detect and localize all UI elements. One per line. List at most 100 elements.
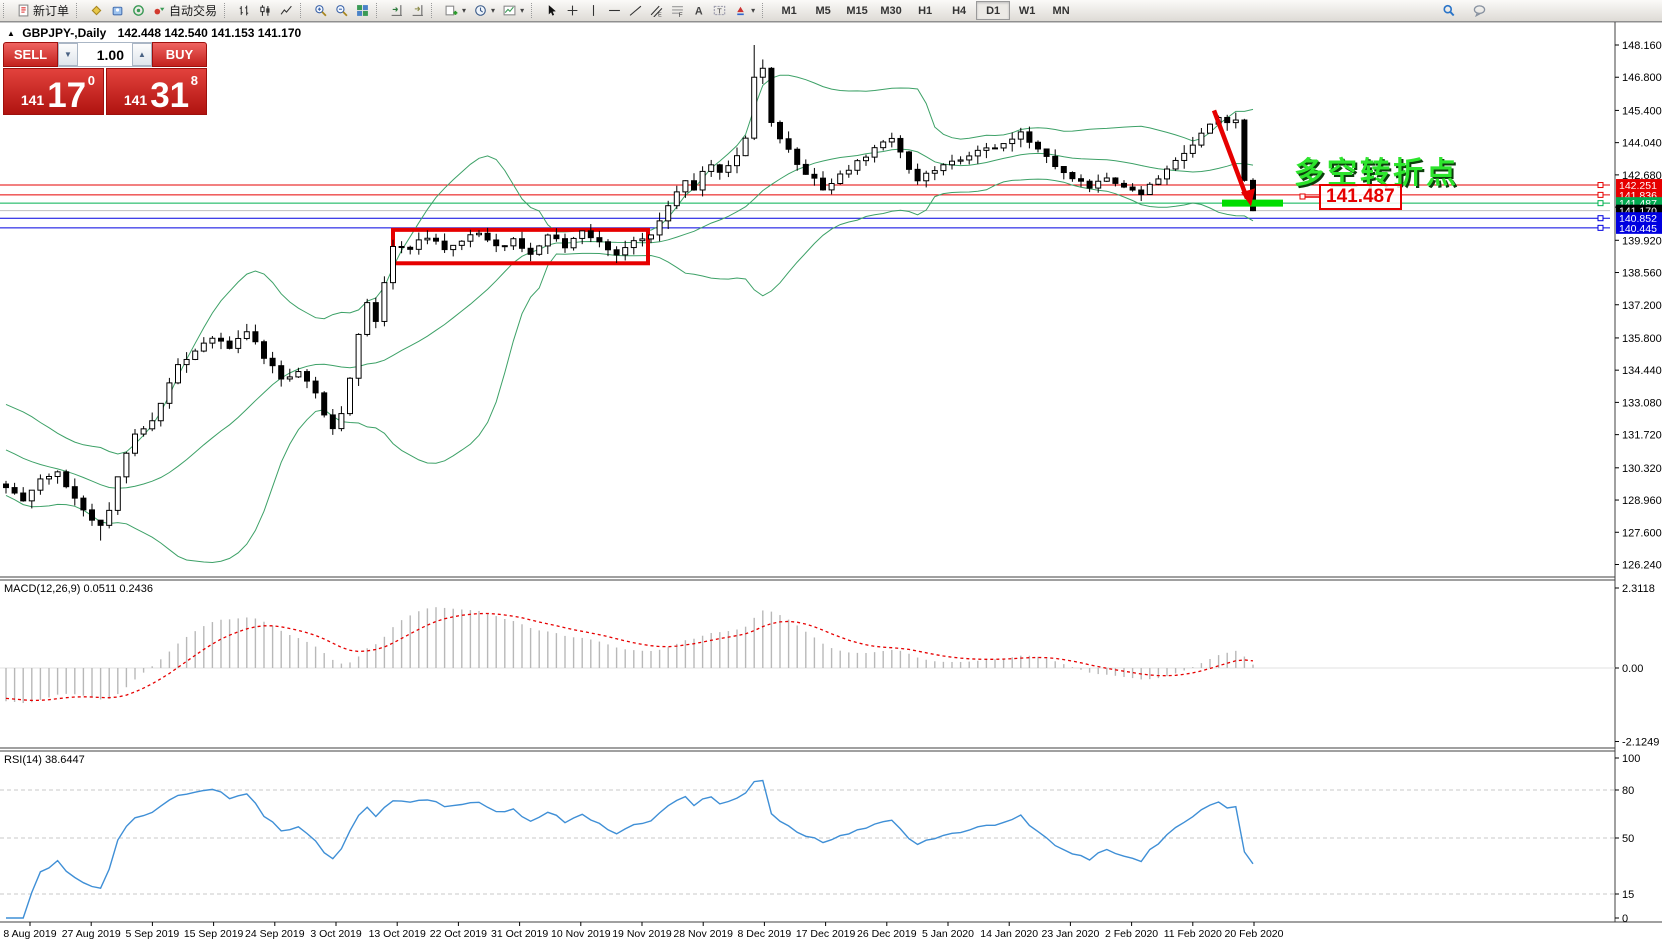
- volume-input[interactable]: [78, 43, 132, 66]
- candles-layer: [4, 45, 1256, 541]
- horizontal-line-button[interactable]: [604, 1, 625, 21]
- svg-text:28 Nov 2019: 28 Nov 2019: [673, 928, 733, 940]
- candlestick-icon: [259, 4, 272, 17]
- svg-text:80: 80: [1622, 785, 1634, 797]
- profiles-button[interactable]: [107, 1, 128, 21]
- periods-button[interactable]: ▾: [470, 1, 499, 21]
- cursor-icon: [545, 4, 558, 17]
- svg-text:26 Dec 2019: 26 Dec 2019: [857, 928, 917, 940]
- indicators-button[interactable]: ▾: [441, 1, 470, 21]
- auto-scroll-button[interactable]: [386, 1, 407, 21]
- vertical-line-icon: [587, 4, 600, 17]
- svg-text:131.720: 131.720: [1622, 430, 1662, 442]
- cursor-button[interactable]: [541, 1, 562, 21]
- chart-shift-icon: [411, 4, 424, 17]
- svg-text:24 Sep 2019: 24 Sep 2019: [245, 928, 305, 940]
- text-button[interactable]: A: [688, 1, 709, 21]
- charts-button[interactable]: [86, 1, 107, 21]
- svg-text:148.160: 148.160: [1622, 40, 1662, 52]
- timeframe-h1[interactable]: H1: [908, 1, 942, 20]
- zoom-in-button[interactable]: [310, 1, 331, 21]
- rsi-panel: 1008050150: [0, 753, 1640, 925]
- one-click-trading-panel: SELL ▼ ▲ BUY 141 17 0 141 31 8: [3, 42, 207, 115]
- timeframe-d1[interactable]: D1: [976, 1, 1010, 20]
- mt4-window: { "toolbar": { "new_order_label": "新订单",…: [0, 0, 1662, 946]
- dropdown-caret-icon: ▾: [520, 6, 524, 15]
- crosshair-button[interactable]: [562, 1, 583, 21]
- volume-up-button[interactable]: ▲: [132, 43, 152, 66]
- auto-trading-button-label: 自动交易: [169, 2, 217, 19]
- chart-title: ▲ GBPJPY-,Daily 142.448 142.540 141.153 …: [7, 26, 301, 40]
- dropdown-caret-icon: ▾: [751, 6, 755, 15]
- svg-text:11 Feb 2020: 11 Feb 2020: [1164, 928, 1222, 940]
- buy-price-main: 31: [150, 79, 189, 112]
- bar-chart-button[interactable]: [234, 1, 255, 21]
- templates-icon: [503, 4, 516, 17]
- timeframe-m30[interactable]: M30: [874, 1, 908, 20]
- equidistant-channel-button[interactable]: E: [646, 1, 667, 21]
- navigator-button[interactable]: [128, 1, 149, 21]
- svg-text:145.400: 145.400: [1622, 105, 1662, 117]
- svg-text:E: E: [658, 12, 662, 17]
- macd-label: MACD(12,26,9) 0.0511 0.2436: [4, 583, 153, 595]
- indicators-icon: [445, 4, 458, 17]
- sell-price-main: 17: [47, 79, 86, 112]
- rsi-label: RSI(14) 38.6447: [4, 754, 85, 766]
- timeframe-h4[interactable]: H4: [942, 1, 976, 20]
- toolbar-separator: [531, 3, 537, 18]
- toolbar-separator: [224, 3, 230, 18]
- text-icon: A: [692, 4, 705, 17]
- buy-button[interactable]: BUY: [152, 42, 207, 67]
- timeframe-mn[interactable]: MN: [1044, 1, 1078, 20]
- svg-text:A: A: [695, 5, 703, 17]
- price-axis: 148.160146.800145.400144.040142.680141.3…: [1615, 40, 1662, 572]
- chart-area[interactable]: 148.160146.800145.400144.040142.680141.3…: [0, 0, 1662, 946]
- dropdown-caret-icon: ▾: [491, 6, 495, 15]
- svg-text:19 Nov 2019: 19 Nov 2019: [612, 928, 672, 940]
- svg-text:135.800: 135.800: [1622, 333, 1662, 345]
- line-chart-button[interactable]: [276, 1, 297, 21]
- buy-price-display[interactable]: 141 31 8: [106, 68, 207, 115]
- charts-icon: [90, 4, 103, 17]
- search-button[interactable]: [1438, 1, 1459, 21]
- svg-text:100: 100: [1622, 753, 1640, 765]
- fibonacci-button[interactable]: F: [667, 1, 688, 21]
- chat-icon: [1473, 4, 1486, 17]
- price-tag-annotation[interactable]: 141.487: [1319, 184, 1402, 210]
- chat-button[interactable]: [1469, 1, 1490, 21]
- timeframe-m1[interactable]: M1: [772, 1, 806, 20]
- timeframe-m15[interactable]: M15: [840, 1, 874, 20]
- sell-price-display[interactable]: 141 17 0: [3, 68, 104, 115]
- timeframe-w1[interactable]: W1: [1010, 1, 1044, 20]
- auto-trading-button[interactable]: 自动交易: [149, 1, 221, 21]
- new-order-button[interactable]: 新订单: [13, 1, 73, 21]
- svg-text:5 Jan 2020: 5 Jan 2020: [922, 928, 974, 940]
- svg-text:144.040: 144.040: [1622, 138, 1662, 150]
- bollinger-bands: [6, 75, 1253, 562]
- chart-shift-button[interactable]: [407, 1, 428, 21]
- volume-down-button[interactable]: ▼: [58, 43, 78, 66]
- svg-text:27 Aug 2019: 27 Aug 2019: [62, 928, 121, 940]
- navigator-icon: [132, 4, 145, 17]
- symbol-title: GBPJPY-,Daily: [22, 26, 106, 40]
- sell-price-prefix: 141: [21, 92, 44, 108]
- candlestick-button[interactable]: [255, 1, 276, 21]
- collapse-triangle-icon[interactable]: ▲: [7, 29, 15, 38]
- svg-text:8 Aug 2019: 8 Aug 2019: [3, 928, 56, 940]
- zoom-out-button[interactable]: [331, 1, 352, 21]
- main-toolbar: 新订单 自动交易 ▾ ▾ ▾ EFAT ▾ M1M5M15M30H1H4D1W1MN: [0, 0, 1662, 22]
- label-icon: T: [713, 4, 726, 17]
- trendline-button[interactable]: [625, 1, 646, 21]
- arrows-button[interactable]: ▾: [730, 1, 759, 21]
- vertical-line-button[interactable]: [583, 1, 604, 21]
- tile-windows-button[interactable]: [352, 1, 373, 21]
- horizontal-line-icon: [608, 4, 621, 17]
- buy-price-prefix: 141: [124, 92, 147, 108]
- buy-price-sup: 8: [191, 73, 198, 88]
- sell-button[interactable]: SELL: [3, 42, 58, 67]
- svg-text:130.320: 130.320: [1622, 463, 1662, 475]
- svg-text:10 Nov 2019: 10 Nov 2019: [551, 928, 611, 940]
- templates-button[interactable]: ▾: [499, 1, 528, 21]
- timeframe-m5[interactable]: M5: [806, 1, 840, 20]
- text-label-button[interactable]: T: [709, 1, 730, 21]
